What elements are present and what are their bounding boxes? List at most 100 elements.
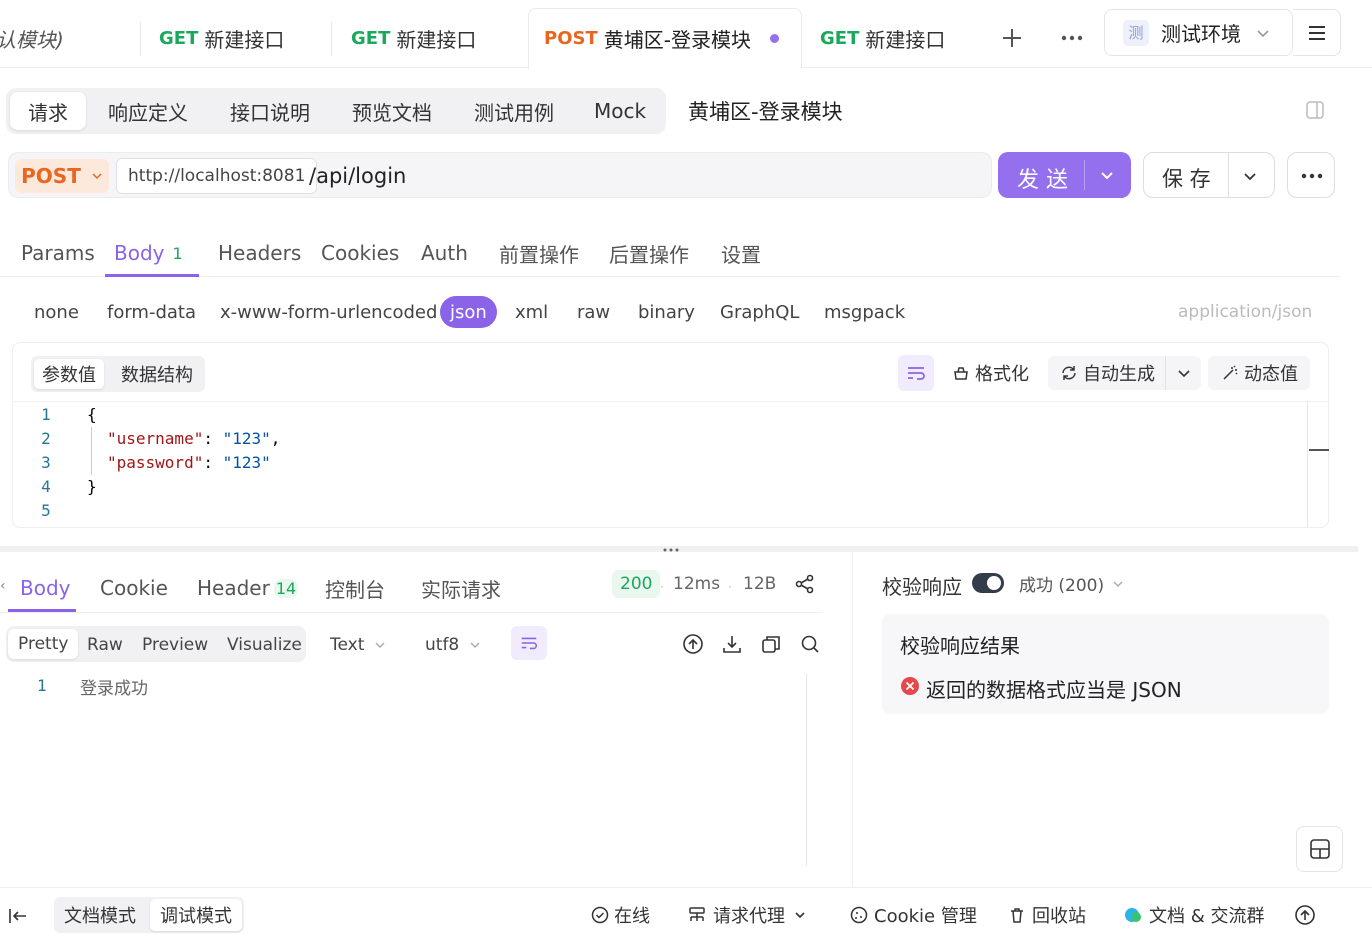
share-icon[interactable] xyxy=(794,573,816,595)
autogen-button[interactable]: 自动生成 xyxy=(1048,356,1201,390)
tab-default-module[interactable]: 认模块) xyxy=(0,8,126,68)
chevron-down-icon[interactable] xyxy=(1242,168,1258,184)
subnav-mock[interactable]: Mock xyxy=(580,92,660,130)
tab-new-api-3[interactable]: GET 新建接口 xyxy=(820,8,945,68)
body-type-binary[interactable]: binary xyxy=(638,296,695,328)
download-icon[interactable] xyxy=(721,633,743,655)
body-type-json[interactable]: json xyxy=(440,296,497,328)
network-icon xyxy=(687,905,707,925)
subnav-preview-doc[interactable]: 预览文档 xyxy=(336,92,448,130)
view-raw[interactable]: Raw xyxy=(87,630,123,660)
doc-mode-button[interactable]: 文档模式 xyxy=(64,897,136,933)
chevron-down-icon[interactable] xyxy=(1176,365,1192,381)
dynamic-value-button[interactable]: 动态值 xyxy=(1208,356,1310,390)
format-button[interactable]: 格式化 xyxy=(944,356,1038,390)
view-visualize[interactable]: Visualize xyxy=(227,630,302,660)
param-tabs-divider xyxy=(0,276,1340,277)
menu-icon[interactable] xyxy=(1293,9,1341,56)
validation-result-card: 校验响应结果 返回的数据格式应当是 JSON xyxy=(882,614,1329,714)
tab-body[interactable]: Body 1 xyxy=(114,230,183,276)
encoding-select[interactable]: utf8 xyxy=(425,630,481,660)
unsaved-dot-icon xyxy=(770,34,779,43)
add-tab-icon[interactable] xyxy=(1000,26,1024,50)
save-button[interactable]: 保 存 xyxy=(1143,152,1275,198)
code-area[interactable]: 1 2 3 4 5 { "username": "123", "password… xyxy=(13,403,1308,529)
tab-headers[interactable]: Headers xyxy=(218,230,301,276)
tab-method: POST xyxy=(544,27,598,49)
body-type-form-data[interactable]: form-data xyxy=(107,296,196,328)
more-actions-button[interactable] xyxy=(1287,152,1335,198)
editor-scrollbar[interactable] xyxy=(1307,401,1308,527)
env-select[interactable]: 测 测试环境 xyxy=(1104,9,1293,56)
layout-icon[interactable] xyxy=(1296,826,1343,872)
recycle-label: 回收站 xyxy=(1032,906,1086,927)
collapse-sidebar-icon[interactable] xyxy=(7,905,29,927)
method-select[interactable]: POST xyxy=(15,159,109,193)
response-tab-body[interactable]: Body xyxy=(20,566,71,610)
tab-settings[interactable]: 设置 xyxy=(721,230,761,276)
scroll-top-icon[interactable] xyxy=(1294,904,1316,926)
more-tabs-icon[interactable] xyxy=(1060,26,1084,50)
panel-toggle-icon[interactable] xyxy=(1305,100,1325,120)
response-tab-header[interactable]: Header 14 xyxy=(197,566,299,610)
body-type-none[interactable]: none xyxy=(34,296,79,328)
upload-icon[interactable] xyxy=(682,633,704,655)
proxy-menu[interactable]: 请求代理 xyxy=(687,897,807,933)
tab-pre-ops[interactable]: 前置操作 xyxy=(499,230,579,276)
tab-label: 黄埔区-登录模块 xyxy=(603,27,751,52)
copy-icon[interactable] xyxy=(760,633,782,655)
env-label: 测试环境 xyxy=(1161,22,1241,46)
tab-param-values[interactable]: 参数值 xyxy=(34,359,104,389)
body-type-graphql[interactable]: GraphQL xyxy=(720,296,799,328)
json-colon: : xyxy=(203,429,223,448)
view-pretty[interactable]: Pretty xyxy=(8,629,79,659)
view-preview[interactable]: Preview xyxy=(142,630,208,660)
tab-params[interactable]: Params xyxy=(21,230,95,276)
tab-auth[interactable]: Auth xyxy=(421,230,468,276)
cookie-manager[interactable]: Cookie 管理 xyxy=(850,897,977,933)
response-tab-cookie[interactable]: Cookie xyxy=(100,566,168,610)
word-wrap-icon[interactable] xyxy=(511,626,547,660)
body-type-xml[interactable]: xml xyxy=(515,296,548,328)
validation-result-label: 成功 (200) xyxy=(1019,576,1105,596)
response-scrollbar[interactable] xyxy=(806,674,807,866)
word-wrap-icon[interactable] xyxy=(898,355,934,391)
validation-toggle[interactable] xyxy=(972,573,1004,593)
validation-result-select[interactable]: 成功 (200) xyxy=(1019,571,1124,596)
recycle-bin[interactable]: 回收站 xyxy=(1008,897,1086,933)
tab-data-structure[interactable]: 数据结构 xyxy=(113,359,201,389)
subnav-api-description[interactable]: 接口说明 xyxy=(214,92,326,130)
tab-new-api-1[interactable]: GET 新建接口 xyxy=(159,8,284,68)
body-type-raw[interactable]: raw xyxy=(577,296,610,328)
tab-cookies[interactable]: Cookies xyxy=(321,230,399,276)
scroll-position-marker xyxy=(1309,449,1329,451)
indent-guide xyxy=(91,427,92,475)
drag-handle-icon[interactable] xyxy=(662,547,680,553)
base-url[interactable]: http://localhost:8081 xyxy=(116,158,318,194)
docs-community[interactable]: 文档 & 交流群 xyxy=(1123,897,1264,933)
response-tab-console[interactable]: 控制台 xyxy=(325,566,385,610)
body-type-urlencoded[interactable]: x-www-form-urlencoded xyxy=(220,296,437,328)
stat-separator: · xyxy=(728,580,732,594)
api-name[interactable]: 黄埔区-登录模块 xyxy=(688,96,843,126)
format-select[interactable]: Text xyxy=(330,630,386,660)
search-icon[interactable] xyxy=(799,633,821,655)
panel-divider xyxy=(852,552,853,888)
debug-mode-button[interactable]: 调试模式 xyxy=(150,899,242,931)
tab-post-ops[interactable]: 后置操作 xyxy=(609,230,689,276)
line-number: 2 xyxy=(41,429,51,448)
url-path-input[interactable]: /api/login xyxy=(309,153,406,199)
online-label: 在线 xyxy=(614,906,650,927)
tab-new-api-2[interactable]: GET 新建接口 xyxy=(351,8,476,68)
send-button[interactable]: 发 送 xyxy=(998,152,1131,198)
subnav-response-definition[interactable]: 响应定义 xyxy=(92,92,204,130)
body-type-msgpack[interactable]: msgpack xyxy=(824,296,905,328)
online-status[interactable]: 在线 xyxy=(591,897,650,933)
json-key: "password" xyxy=(107,453,204,472)
save-label: 保 存 xyxy=(1162,167,1211,191)
chevron-down-icon[interactable] xyxy=(1099,167,1115,183)
tab-login-module[interactable]: POST 黄埔区-登录模块 xyxy=(544,8,779,68)
response-tab-actual-request[interactable]: 实际请求 xyxy=(421,566,501,610)
subnav-request[interactable]: 请求 xyxy=(10,92,86,130)
subnav-test-cases[interactable]: 测试用例 xyxy=(458,92,570,130)
